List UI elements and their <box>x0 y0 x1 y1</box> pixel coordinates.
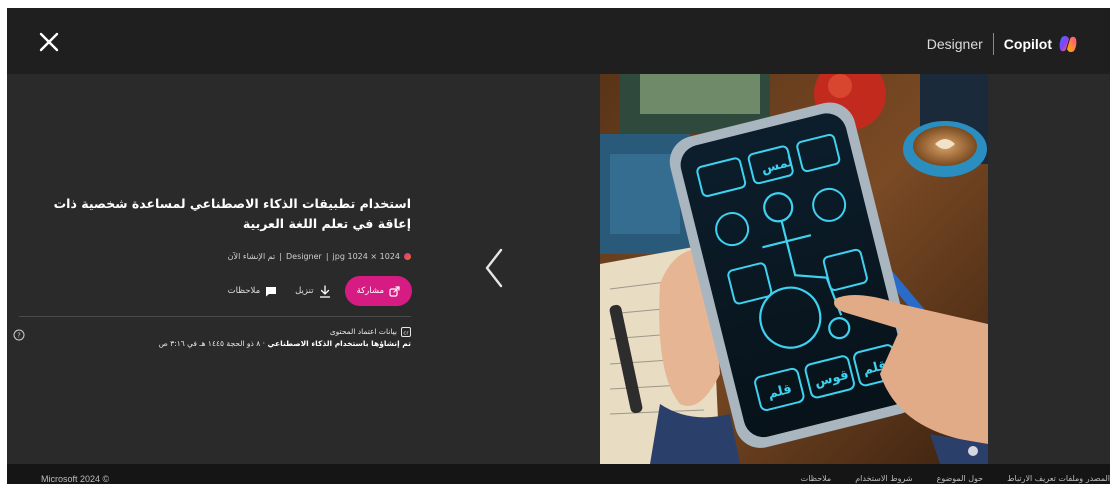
download-label: تنزيل <box>295 286 314 296</box>
download-icon <box>319 284 330 298</box>
share-icon <box>389 285 400 297</box>
help-icon: ? <box>13 329 25 341</box>
share-button[interactable]: مشاركة <box>344 276 412 306</box>
section-divider <box>19 316 411 317</box>
footer-link-privacy[interactable]: المصدر وملفات تعريف الارتباط <box>1007 474 1110 483</box>
meta-app: Designer <box>286 252 322 261</box>
image-title: استخدام تطبيقات الذكاء الاصطناعي لمساعدة… <box>53 196 411 231</box>
brand-copilot: Copilot <box>1003 36 1052 52</box>
meta-separator: | <box>279 252 282 261</box>
footer-link-feedback[interactable]: ملاحظات <box>801 474 832 483</box>
action-bar: مشاركة تنزيل ملاحظات <box>207 276 412 306</box>
feedback-label: ملاحظات <box>227 286 261 296</box>
footer: Microsoft 2024 © المصدر وملفات تعريف الا… <box>7 464 1110 484</box>
meta-created: تم الإنشاء الآن <box>227 252 276 261</box>
chevron-left-icon <box>485 248 503 288</box>
help-button[interactable]: ? <box>13 326 25 341</box>
top-bar: Designer Copilot <box>7 8 1110 74</box>
meta-separator: | <box>325 252 329 261</box>
viewer-content: استخدام تطبيقات الذكاء الاصطناعي لمساعدة… <box>7 74 1110 464</box>
footer-link-about[interactable]: حول الموضوع <box>937 474 984 483</box>
share-label: مشاركة <box>356 286 384 296</box>
svg-text:cr: cr <box>403 330 409 336</box>
credentials-separator: · <box>260 339 266 348</box>
credentials-icon: cr <box>401 327 411 337</box>
image-meta: 1024 × 1024 jpg | Designer | تم الإنشاء … <box>187 252 411 261</box>
content-credentials: cr بيانات اعتماد المحتوى تم إنشاؤها باست… <box>67 326 411 350</box>
credentials-date: ٨ ذو الحجة ١٤٤٥ هـ في ٣:١٦ ص <box>158 339 261 348</box>
meta-size: 1024 × 1024 jpg <box>332 252 400 261</box>
generated-image-illustration: لمس قلم قوس قلم <box>600 74 988 464</box>
details-panel: استخدام تطبيقات الذكاء الاصطناعي لمساعدة… <box>7 74 479 464</box>
close-icon <box>39 32 59 52</box>
footer-link-terms[interactable]: شروط الاستخدام <box>855 474 912 483</box>
previous-image-button[interactable] <box>479 244 509 292</box>
footer-copyright: Microsoft 2024 © <box>41 474 110 484</box>
designer-app-icon <box>404 253 411 260</box>
brand-divider <box>992 33 994 55</box>
viewer-frame: Designer Copilot استخدام تطبيقات الذكاء … <box>7 8 1110 484</box>
download-button[interactable]: تنزيل <box>291 276 334 306</box>
comment-icon <box>266 286 277 296</box>
feedback-button[interactable]: ملاحظات <box>224 276 281 306</box>
credentials-created-with: تم إنشاؤها باستخدام الذكاء الاصطناعي <box>267 339 411 348</box>
credentials-detail: تم إنشاؤها باستخدام الذكاء الاصطناعي · ٨… <box>67 338 411 350</box>
svg-text:?: ? <box>17 332 21 340</box>
credentials-title: بيانات اعتماد المحتوى <box>329 327 397 336</box>
footer-links: المصدر وملفات تعريف الارتباط حول الموضوع… <box>801 474 1110 483</box>
copilot-icon <box>1059 35 1077 53</box>
brand-logo[interactable]: Designer Copilot <box>926 33 1078 55</box>
close-button[interactable] <box>37 30 63 56</box>
credentials-header: cr بيانات اعتماد المحتوى <box>67 326 411 338</box>
brand-designer: Designer <box>926 36 983 52</box>
generated-image: لمس قلم قوس قلم <box>600 74 988 464</box>
